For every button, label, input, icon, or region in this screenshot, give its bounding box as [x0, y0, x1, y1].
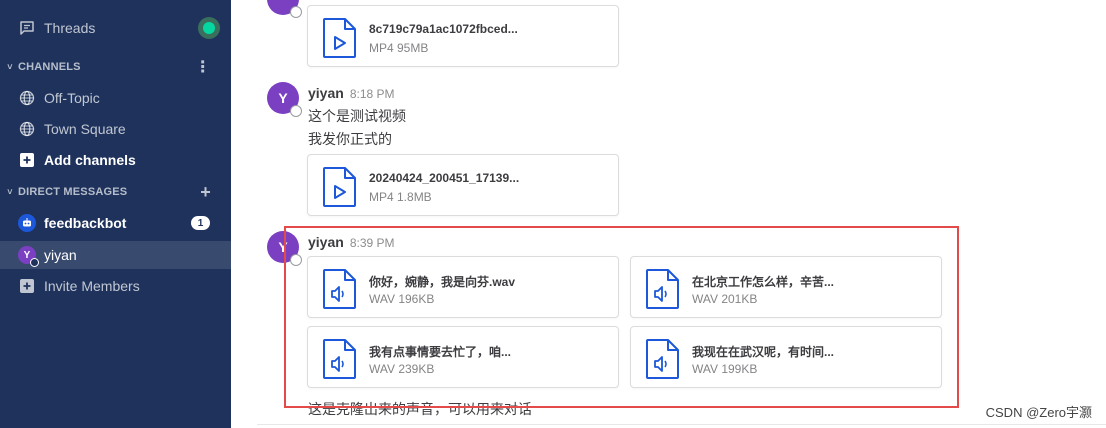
- watermark: CSDN @Zero宇灏: [985, 405, 1092, 420]
- file-meta: WAV 196KB: [369, 292, 435, 306]
- sidebar-item-label: yiyan: [44, 247, 77, 263]
- add-dm-icon[interactable]: +: [200, 182, 211, 202]
- divider: [257, 424, 1106, 425]
- invite-members-button[interactable]: Invite Members: [0, 272, 231, 300]
- avatar-initial: Y: [278, 90, 288, 106]
- file-attachment[interactable]: 20240424_200451_17139... MP4 1.8MB: [307, 154, 619, 216]
- sidebar-item-town-square[interactable]: Town Square: [0, 115, 231, 143]
- status-icon: [30, 258, 39, 267]
- direct-messages-section-header[interactable]: ˅ DIRECT MESSAGES +: [0, 182, 231, 202]
- plus-box-icon: [18, 277, 36, 295]
- avatar[interactable]: Y: [267, 82, 302, 117]
- threads-status-indicator: [198, 17, 220, 39]
- avatar-initial: Y: [278, 239, 288, 255]
- chevron-down-icon: ˅: [7, 187, 13, 197]
- file-attachment[interactable]: 你好，婉静，我是向芬.wav WAV 196KB: [307, 256, 619, 318]
- file-meta: WAV 239KB: [369, 362, 435, 376]
- file-name: 我现在在武汉呢，有时间...: [692, 345, 835, 359]
- file-name: 8c719c79a1ac1072fbced...: [369, 22, 518, 36]
- threads-icon: [18, 19, 36, 37]
- sidebar-item-label: feedbackbot: [44, 215, 127, 231]
- status-icon: [290, 6, 302, 18]
- post-username[interactable]: yiyan: [308, 85, 344, 101]
- audio-file-icon: [323, 339, 356, 379]
- file-meta: MP4 1.8MB: [369, 190, 432, 204]
- audio-file-icon: [323, 269, 356, 309]
- globe-icon: [18, 120, 36, 138]
- add-channels-button[interactable]: Add channels: [0, 146, 231, 174]
- post-message-line: 我发你正式的: [308, 131, 392, 147]
- file-meta: MP4 95MB: [369, 41, 429, 55]
- video-file-icon: [323, 18, 356, 58]
- file-attachment[interactable]: 我现在在武汉呢，有时间... WAV 199KB: [630, 326, 942, 388]
- avatar[interactable]: Y: [267, 231, 302, 266]
- post-message-line: 这是克隆出来的声音，可以用来对话: [308, 401, 532, 417]
- file-name: 你好，婉静，我是向芬.wav: [369, 275, 516, 289]
- post-time[interactable]: 8:39 PM: [350, 236, 395, 250]
- sidebar-item-label: Add channels: [44, 152, 136, 168]
- post-username[interactable]: yiyan: [308, 234, 344, 250]
- sidebar-item-label: Town Square: [44, 121, 126, 137]
- sidebar-item-label: Invite Members: [44, 278, 140, 294]
- video-file-icon: [323, 167, 356, 207]
- avatar-initial: Y: [23, 249, 31, 261]
- file-name: 在北京工作怎么样，辛苦...: [692, 275, 835, 289]
- section-title: CHANNELS: [18, 61, 81, 73]
- post-header: yiyan 8:18 PM: [308, 85, 395, 101]
- sidebar-item-label: Off-Topic: [44, 90, 100, 106]
- sidebar: Threads ˅ CHANNELS ⋮ Off-Topic Town Squa…: [0, 0, 231, 428]
- status-icon: [290, 254, 302, 266]
- channels-options-icon[interactable]: ⋮: [195, 57, 211, 77]
- sidebar-item-threads[interactable]: Threads: [0, 14, 231, 42]
- sidebar-item-feedbackbot[interactable]: feedbackbot 1: [0, 209, 231, 237]
- file-meta: WAV 199KB: [692, 362, 758, 376]
- post-header: yiyan 8:39 PM: [308, 234, 395, 250]
- plus-box-icon: [18, 151, 36, 169]
- file-meta: WAV 201KB: [692, 292, 758, 306]
- avatar: Y: [18, 246, 39, 267]
- post-time[interactable]: 8:18 PM: [350, 87, 395, 101]
- bot-avatar-icon: [18, 214, 36, 232]
- file-attachment[interactable]: 在北京工作怎么样，辛苦... WAV 201KB: [630, 256, 942, 318]
- audio-file-icon: [646, 269, 679, 309]
- file-attachment[interactable]: 我有点事情要去忙了，咱... WAV 239KB: [307, 326, 619, 388]
- status-icon: [290, 105, 302, 117]
- channels-section-header[interactable]: ˅ CHANNELS ⋮: [0, 57, 231, 77]
- file-name: 我有点事情要去忙了，咱...: [369, 345, 512, 359]
- post-message-line: 这个是测试视频: [308, 108, 406, 124]
- audio-file-icon: [646, 339, 679, 379]
- section-title: DIRECT MESSAGES: [18, 186, 128, 198]
- sidebar-item-yiyan[interactable]: Y yiyan: [0, 241, 231, 269]
- sidebar-item-label: Threads: [44, 20, 96, 36]
- unread-count-badge: 1: [191, 216, 210, 230]
- file-attachment[interactable]: 8c719c79a1ac1072fbced... MP4 95MB: [307, 5, 619, 67]
- chevron-down-icon: ˅: [7, 62, 13, 72]
- globe-icon: [18, 89, 36, 107]
- sidebar-item-off-topic[interactable]: Off-Topic: [0, 84, 231, 112]
- file-name: 20240424_200451_17139...: [369, 171, 520, 185]
